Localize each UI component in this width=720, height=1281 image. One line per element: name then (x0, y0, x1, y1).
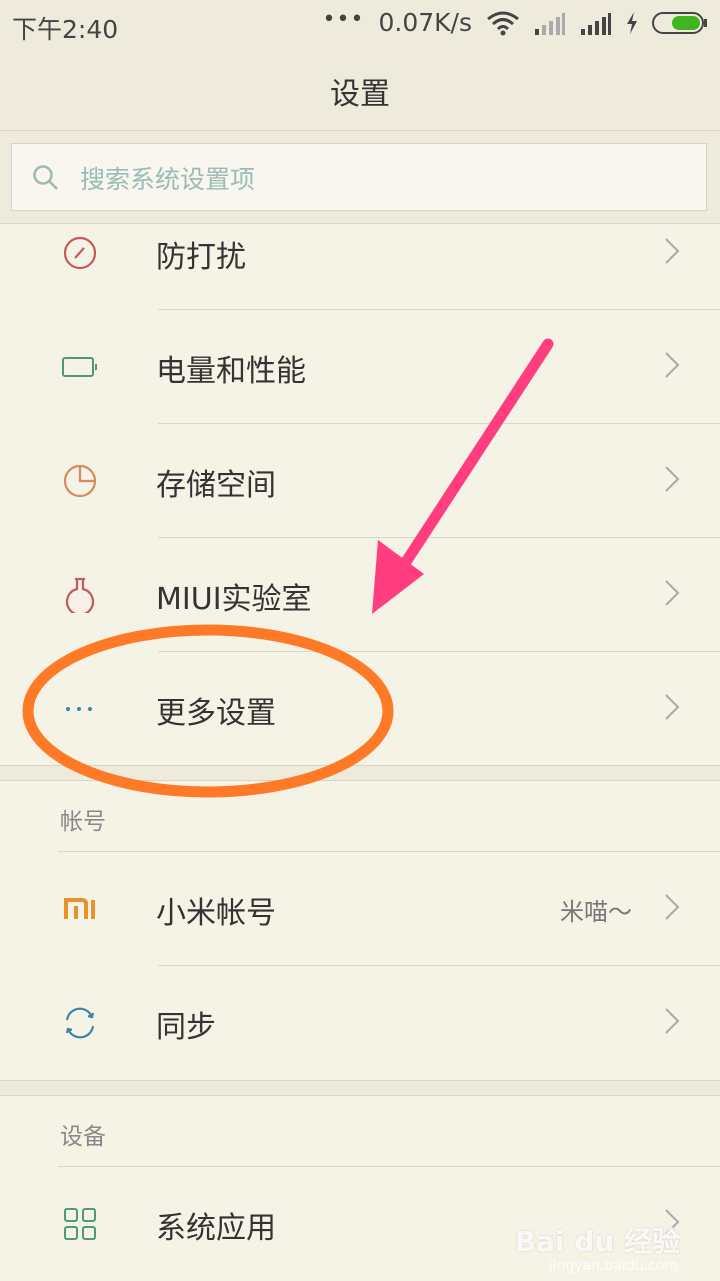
search-placeholder: 搜索系统设置项 (80, 165, 256, 194)
battery-icon (62, 357, 97, 377)
chevron-right-icon (665, 238, 680, 264)
settings-item-label: 小米帐号 (156, 896, 276, 931)
settings-item-battery-performance[interactable]: 电量和性能 (0, 310, 720, 424)
status-time: 下午2:40 (12, 15, 119, 44)
network-speed: 0.07K/s (378, 8, 472, 37)
section-header-device: 设备 (0, 1095, 720, 1167)
settings-item-label: 存储空间 (156, 468, 276, 503)
settings-item-sync[interactable]: 同步 (0, 966, 720, 1080)
settings-item-label: MIUI实验室 (156, 582, 312, 617)
settings-item-mi-account[interactable]: 小米帐号 米喵～ (0, 852, 720, 966)
settings-item-label: 电量和性能 (156, 354, 306, 389)
wifi-icon (487, 11, 519, 35)
status-indicators: ••• 0.07K/s (322, 7, 708, 37)
storage-pie-icon (63, 464, 97, 498)
section-title: 帐号 (60, 809, 106, 835)
settings-item-label: 更多设置 (156, 696, 276, 731)
status-dots: ••• (322, 7, 365, 32)
section-divider (0, 1080, 720, 1096)
section-header-account: 帐号 (0, 780, 720, 852)
more-dots-icon (66, 707, 92, 711)
chevron-right-icon (665, 694, 680, 720)
chevron-right-icon (665, 352, 680, 378)
chevron-right-icon (665, 1008, 680, 1034)
title-bar: 设置 (0, 52, 720, 131)
mi-logo-icon (64, 898, 95, 919)
search-icon (33, 165, 58, 190)
apps-grid-icon (64, 1208, 96, 1240)
chevron-right-icon (665, 580, 680, 606)
chevron-right-icon (665, 894, 680, 920)
watermark-logo: Bai du 经验 (514, 1225, 680, 1258)
signal-strong-icon (581, 12, 611, 35)
settings-item-label: 防打扰 (156, 240, 246, 275)
watermark-url: jingyan.baidu.com (548, 1258, 678, 1274)
sync-icon (65, 1007, 95, 1039)
settings-item-storage[interactable]: 存储空间 (0, 424, 720, 538)
do-not-disturb-icon (63, 236, 97, 270)
section-title: 设备 (60, 1124, 106, 1150)
settings-item-more-settings[interactable]: 更多设置 (0, 652, 720, 766)
settings-item-do-not-disturb[interactable]: 防打扰 (0, 196, 720, 310)
flask-icon (65, 577, 95, 613)
status-bar: 下午2:40 ••• 0.07K/s (0, 0, 720, 52)
charging-bolt-icon (627, 11, 637, 34)
battery-status-icon (652, 11, 707, 34)
settings-item-miui-lab[interactable]: MIUI实验室 (0, 538, 720, 652)
chevron-right-icon (665, 466, 680, 492)
settings-item-label: 同步 (156, 1010, 216, 1045)
page-title: 设置 (330, 77, 390, 112)
settings-item-label: 系统应用 (156, 1211, 276, 1246)
account-name-value: 米喵～ (560, 898, 632, 926)
section-divider (0, 765, 720, 781)
signal-weak-icon (535, 12, 565, 35)
